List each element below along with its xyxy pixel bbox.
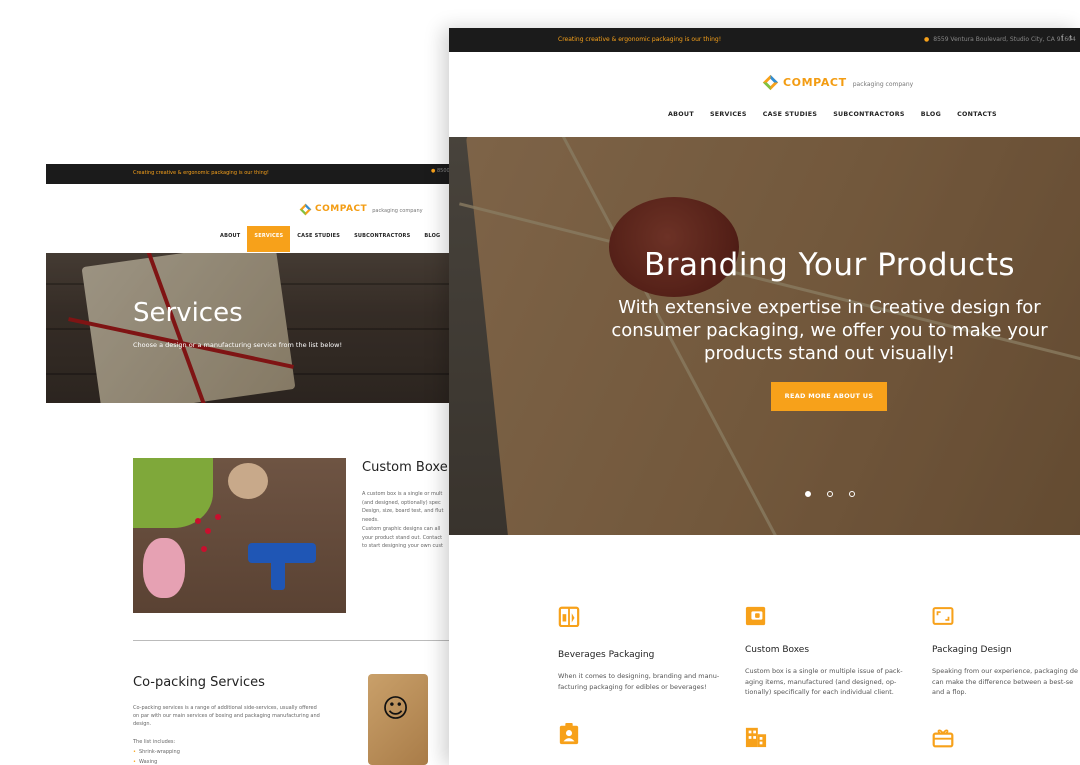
feature-id-badge [558, 723, 580, 749]
nav-contacts[interactable]: CONTACTS [949, 111, 1005, 118]
hero-subtitle: With extensive expertise in Creative des… [611, 297, 1048, 364]
feature-title: Custom Boxes [745, 645, 810, 655]
list-item: • Shrink-wrapping [133, 749, 180, 755]
divider [133, 640, 450, 641]
twitter-icon[interactable]: t [1069, 34, 1078, 42]
logo-name: COMPACT [315, 204, 368, 214]
logo-subtitle: packaging company [372, 207, 423, 214]
berry [201, 546, 207, 552]
logo[interactable]: COMPACT packaging company [762, 73, 913, 91]
slider-pagination [805, 491, 855, 497]
list-intro: The list includes: [133, 739, 176, 745]
hero-title: Branding Your Products [643, 247, 1015, 283]
feature-custom-boxes: Custom Boxes Custom box is a single or m… [745, 605, 920, 696]
hero-title: Services [133, 298, 243, 328]
grass [133, 458, 213, 528]
slider-dot[interactable] [827, 491, 833, 497]
buildings-icon [745, 727, 767, 748]
yarn-ball [228, 463, 268, 499]
main-nav: ABOUT SERVICES CASE STUDIES SUBCONTRACTO… [213, 226, 450, 252]
slider-dot[interactable] [805, 491, 811, 497]
berry [195, 518, 201, 524]
feature-title: Beverages Packaging [558, 650, 655, 660]
crafts-photo [133, 458, 346, 613]
feature-packaging-design: Packaging Design Speaking from our exper… [932, 605, 1080, 696]
nav-subcontractors[interactable]: SUBCONTRACTORS [347, 226, 417, 252]
top-bar: Creating creative & ergonomic packaging … [46, 164, 450, 184]
custom-boxes-heading: Custom Boxe [362, 460, 448, 475]
copacking-list: The list includes: • Shrink-wrapping • Wax… [133, 739, 180, 765]
nav-case-studies[interactable]: CASE STUDIES [755, 111, 825, 118]
logo-mark-icon [299, 203, 312, 215]
logo[interactable]: COMPACT packaging company [299, 202, 423, 216]
address: ● 8559 Ventura Boulevard, Studio City, CA… [924, 36, 1076, 43]
tagline: Creating creative & ergonomic packaging … [133, 170, 269, 176]
glue-gun-handle [271, 558, 285, 590]
read-more-button[interactable]: READ MORE ABOUT US [771, 382, 887, 411]
feature-beverages: Beverages Packaging When it comes to des… [558, 605, 733, 691]
feature-text: Custom box is a single or multiple issue… [745, 667, 903, 696]
frame-icon [932, 607, 954, 625]
list-item: • Waxing [133, 759, 158, 765]
copacking-heading: Co-packing Services [133, 675, 265, 690]
berry [205, 528, 211, 534]
nav-about[interactable]: ABOUT [213, 226, 247, 252]
nav-blog[interactable]: BLOG [417, 226, 447, 252]
nav-case-studies[interactable]: CASE STUDIES [290, 226, 347, 252]
logo-name: COMPACT [783, 75, 847, 89]
address: ● 8500 [431, 168, 450, 174]
hero-subtitle: Choose a design or a manufacturing servi… [133, 341, 343, 349]
logo-subtitle: packaging company [852, 80, 914, 88]
nav-blog[interactable]: BLOG [913, 111, 949, 118]
feature-text: Speaking from our experience, packaging … [932, 667, 1078, 696]
feature-buildings [745, 726, 767, 752]
feature-title: Packaging Design [932, 645, 1012, 655]
location-pin-icon: ● [431, 168, 436, 174]
tagline: Creating creative & ergonomic packaging … [558, 36, 722, 43]
logo-mark-icon [762, 74, 779, 90]
social-links: ft [1061, 34, 1078, 42]
slider-dot[interactable] [849, 491, 855, 497]
nav-about[interactable]: ABOUT [660, 111, 702, 118]
smiley-face-icon: ☺ [382, 694, 410, 724]
top-bar: Creating creative & ergonomic packaging … [449, 28, 1080, 52]
services-hero: Services Choose a design or a manufactur… [46, 253, 450, 403]
nav-services[interactable]: SERVICES [247, 226, 291, 252]
feature-gift [932, 726, 954, 752]
services-page-screenshot: Creating creative & ergonomic packaging … [46, 164, 450, 765]
nav-subcontractors[interactable]: SUBCONTRACTORS [825, 111, 913, 118]
feature-text: When it comes to designing, branding and… [558, 672, 720, 691]
gift-icon [932, 729, 954, 748]
location-pin-icon: ● [924, 36, 930, 43]
custom-boxes-text: A custom box is a single or mult (and de… [362, 491, 444, 550]
id-badge-icon [559, 723, 579, 745]
nav-services[interactable]: SERVICES [702, 111, 755, 118]
hero-slider: Branding Your Products With extensive ex… [449, 137, 1080, 535]
main-nav: ABOUT SERVICES CASE STUDIES SUBCONTRACTO… [660, 111, 1005, 118]
wallet-box-icon [745, 606, 766, 626]
copacking-text: Co-packing services is a range of additi… [133, 705, 320, 727]
smiling-box-image: ☺ [368, 674, 428, 765]
hero-overlay [46, 253, 450, 403]
toy-bunny [143, 538, 185, 598]
berry [215, 514, 221, 520]
bottle-tablet-icon [558, 606, 580, 628]
home-page-screenshot: Creating creative & ergonomic packaging … [449, 28, 1080, 765]
